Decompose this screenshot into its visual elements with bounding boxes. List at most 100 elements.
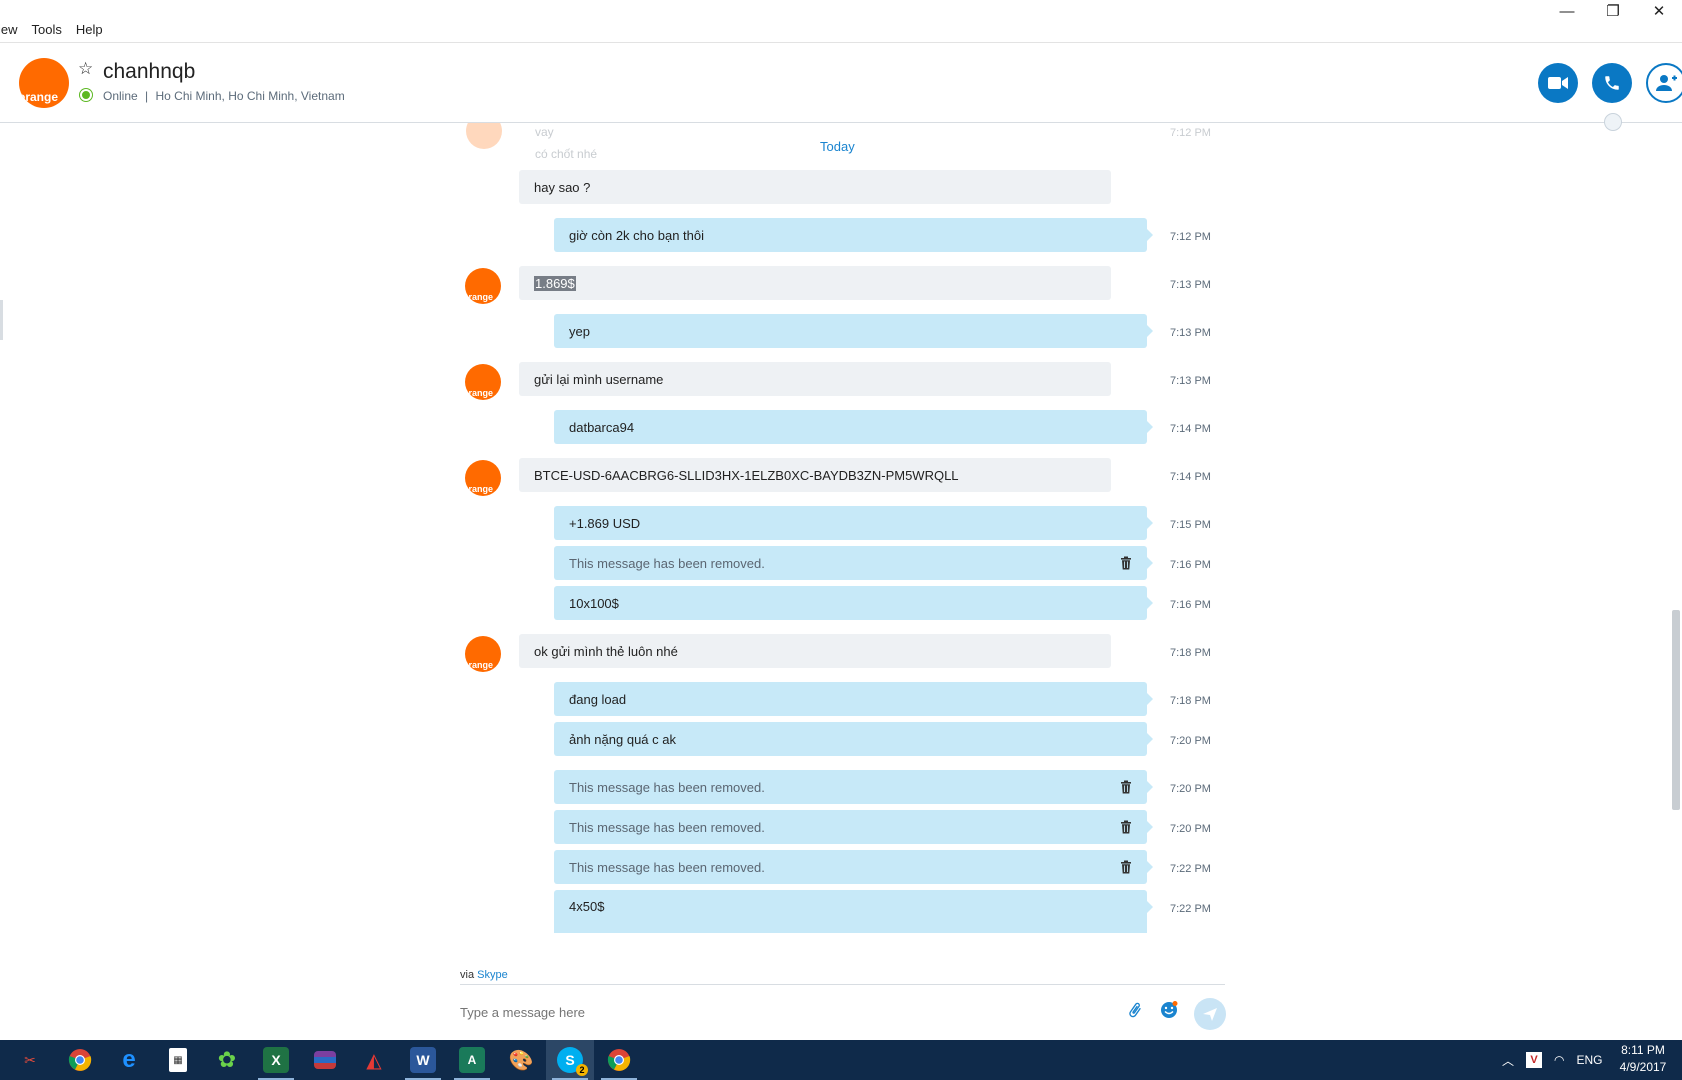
message-timestamp: 7:14 PM bbox=[1170, 423, 1211, 435]
message-text: datbarca94 bbox=[569, 419, 635, 435]
message-timestamp: 7:18 PM bbox=[1170, 647, 1211, 659]
outgoing-message[interactable]: ảnh nặng quá c ak bbox=[554, 722, 1153, 756]
message-text: This message has been removed. bbox=[569, 819, 765, 835]
send-button[interactable] bbox=[1194, 998, 1226, 1030]
sidebar-edge bbox=[0, 300, 3, 340]
taskbar-edge[interactable]: e bbox=[105, 1040, 153, 1080]
taskbar-paint[interactable]: 🎨 bbox=[497, 1040, 545, 1080]
removed-message[interactable]: This message has been removed. bbox=[554, 810, 1153, 844]
faded-message: có chốt nhé bbox=[535, 147, 598, 161]
incoming-message[interactable]: 1.869$ bbox=[519, 266, 1111, 300]
avatar-label: orange bbox=[465, 292, 494, 302]
attach-button[interactable] bbox=[1124, 999, 1146, 1021]
skype-window: iew Tools Help — ❐ ✕ orange ☆ chanhnqb O… bbox=[0, 0, 1682, 1040]
windows-taskbar: ✂ e ▦ ✿ X ◭ W A 🎨 S 2 ︿ V ◠ ENG 8:11 PM … bbox=[0, 1040, 1682, 1080]
video-call-button[interactable] bbox=[1538, 63, 1578, 103]
avatar[interactable]: orange bbox=[19, 58, 69, 108]
conversation-header: orange ☆ chanhnqb Online | Ho Chi Minh, … bbox=[0, 43, 1682, 123]
taskbar-calculator[interactable]: ▦ bbox=[154, 1040, 202, 1080]
faded-timestamp: 7:12 PM bbox=[1170, 127, 1211, 139]
incoming-message[interactable]: gửi lại mình username bbox=[519, 362, 1111, 396]
contact-status-line: Online | Ho Chi Minh, Ho Chi Minh, Vietn… bbox=[103, 89, 345, 103]
avatar-label: orange bbox=[465, 388, 494, 398]
language-indicator[interactable]: ENG bbox=[1577, 1053, 1603, 1067]
taskbar-chrome-profile[interactable] bbox=[595, 1040, 643, 1080]
window-controls: — ❐ ✕ bbox=[1544, 0, 1682, 22]
avatar[interactable]: orange bbox=[465, 636, 501, 672]
incoming-message[interactable]: ok gửi mình thẻ luôn nhé bbox=[519, 634, 1111, 668]
menu-tools[interactable]: Tools bbox=[32, 22, 62, 42]
date-divider: Today bbox=[820, 139, 855, 154]
outgoing-message[interactable]: giờ còn 2k cho bạn thôi bbox=[554, 218, 1153, 252]
flower-icon: ✿ bbox=[217, 1047, 237, 1072]
via-prefix: via bbox=[460, 969, 475, 981]
message-text: giờ còn 2k cho bạn thôi bbox=[569, 227, 705, 243]
restore-button[interactable]: ❐ bbox=[1590, 0, 1636, 22]
taskbar-snipping-tool[interactable]: ✂ bbox=[6, 1040, 54, 1080]
menu-view[interactable]: iew bbox=[0, 22, 18, 42]
excel-icon: X bbox=[263, 1047, 289, 1073]
message-text: đang load bbox=[569, 691, 627, 707]
taskbar-skype[interactable]: S 2 bbox=[546, 1040, 594, 1080]
menu-bar: iew Tools Help bbox=[0, 22, 103, 42]
add-people-button[interactable] bbox=[1646, 63, 1682, 103]
message-timestamp: 7:16 PM bbox=[1170, 599, 1211, 611]
system-clock[interactable]: 8:11 PM 4/9/2017 bbox=[1608, 1042, 1678, 1076]
avatar[interactable]: orange bbox=[465, 364, 501, 400]
via-label: via Skype bbox=[460, 969, 508, 981]
removed-message[interactable]: This message has been removed. bbox=[554, 850, 1153, 884]
location-text: Ho Chi Minh, Ho Chi Minh, Vietnam bbox=[155, 89, 345, 103]
taskbar-foxit[interactable]: ◭ bbox=[350, 1040, 398, 1080]
avatar[interactable]: orange bbox=[465, 268, 501, 304]
message-timestamp: 7:22 PM bbox=[1170, 863, 1211, 875]
smiley-icon bbox=[1161, 1001, 1178, 1018]
minimize-button[interactable]: — bbox=[1544, 0, 1590, 22]
scrollbar-thumb[interactable] bbox=[1672, 610, 1680, 810]
faded-message: vay bbox=[535, 125, 554, 139]
taskbar-game[interactable]: ✿ bbox=[203, 1040, 251, 1080]
wifi-icon[interactable]: ◠ bbox=[1554, 1053, 1564, 1067]
trash-icon bbox=[1121, 820, 1131, 834]
message-text: gửi lại mình username bbox=[534, 371, 664, 387]
avatar-label: orange bbox=[465, 660, 494, 670]
incoming-message[interactable]: BTCE-USD-6AACBRG6-SLLID3HX-1ELZB0XC-BAYD… bbox=[519, 458, 1111, 492]
outgoing-message[interactable]: datbarca94 bbox=[554, 410, 1153, 444]
message-history[interactable]: vay có chốt nhé 7:12 PM Today hay sao ? … bbox=[0, 123, 1682, 933]
contact-name[interactable]: chanhnqb bbox=[103, 60, 195, 84]
message-text: hay sao ? bbox=[534, 179, 591, 195]
outgoing-message[interactable]: yep bbox=[554, 314, 1153, 348]
message-text: This message has been removed. bbox=[569, 555, 765, 571]
taskbar-excel[interactable]: X bbox=[252, 1040, 300, 1080]
outgoing-message[interactable]: 10x100$ bbox=[554, 586, 1153, 620]
avatar[interactable]: orange bbox=[465, 460, 501, 496]
message-input[interactable] bbox=[460, 1005, 1020, 1020]
incoming-message[interactable]: hay sao ? bbox=[519, 170, 1111, 204]
removed-message[interactable]: This message has been removed. bbox=[554, 770, 1153, 804]
taskbar-font-tool[interactable]: A bbox=[448, 1040, 496, 1080]
taskbar-word[interactable]: W bbox=[399, 1040, 447, 1080]
removed-message[interactable]: This message has been removed. bbox=[554, 546, 1153, 580]
word-icon: W bbox=[410, 1047, 436, 1073]
taskbar-chrome[interactable] bbox=[56, 1040, 104, 1080]
via-skype-link[interactable]: Skype bbox=[477, 969, 508, 981]
message-text: ok gửi mình thẻ luôn nhé bbox=[534, 643, 678, 659]
send-arrow-icon bbox=[1203, 1008, 1217, 1021]
emoticon-button[interactable] bbox=[1158, 999, 1180, 1021]
vivaldi-tray-icon[interactable]: V bbox=[1526, 1052, 1543, 1068]
calculator-icon: ▦ bbox=[169, 1048, 187, 1072]
show-hidden-icons-icon[interactable]: ︿ bbox=[1502, 1052, 1514, 1069]
audio-call-button[interactable] bbox=[1592, 63, 1632, 103]
message-text: This message has been removed. bbox=[569, 779, 765, 795]
outgoing-message[interactable]: đang load bbox=[554, 682, 1153, 716]
favorite-star-icon[interactable]: ☆ bbox=[78, 59, 93, 79]
close-button[interactable]: ✕ bbox=[1636, 0, 1682, 22]
message-text: 4x50$ bbox=[569, 899, 605, 914]
taskbar-winrar[interactable] bbox=[301, 1040, 349, 1080]
system-tray: ︿ V ◠ ENG bbox=[1502, 1040, 1603, 1080]
outgoing-message[interactable]: +1.869 USD bbox=[554, 506, 1153, 540]
scissors-icon: ✂ bbox=[24, 1051, 36, 1068]
outgoing-message[interactable]: 4x50$ bbox=[554, 890, 1153, 933]
message-text: BTCE-USD-6AACBRG6-SLLID3HX-1ELZB0XC-BAYD… bbox=[534, 467, 959, 483]
menu-help[interactable]: Help bbox=[76, 22, 103, 42]
status-text: Online bbox=[103, 89, 138, 103]
